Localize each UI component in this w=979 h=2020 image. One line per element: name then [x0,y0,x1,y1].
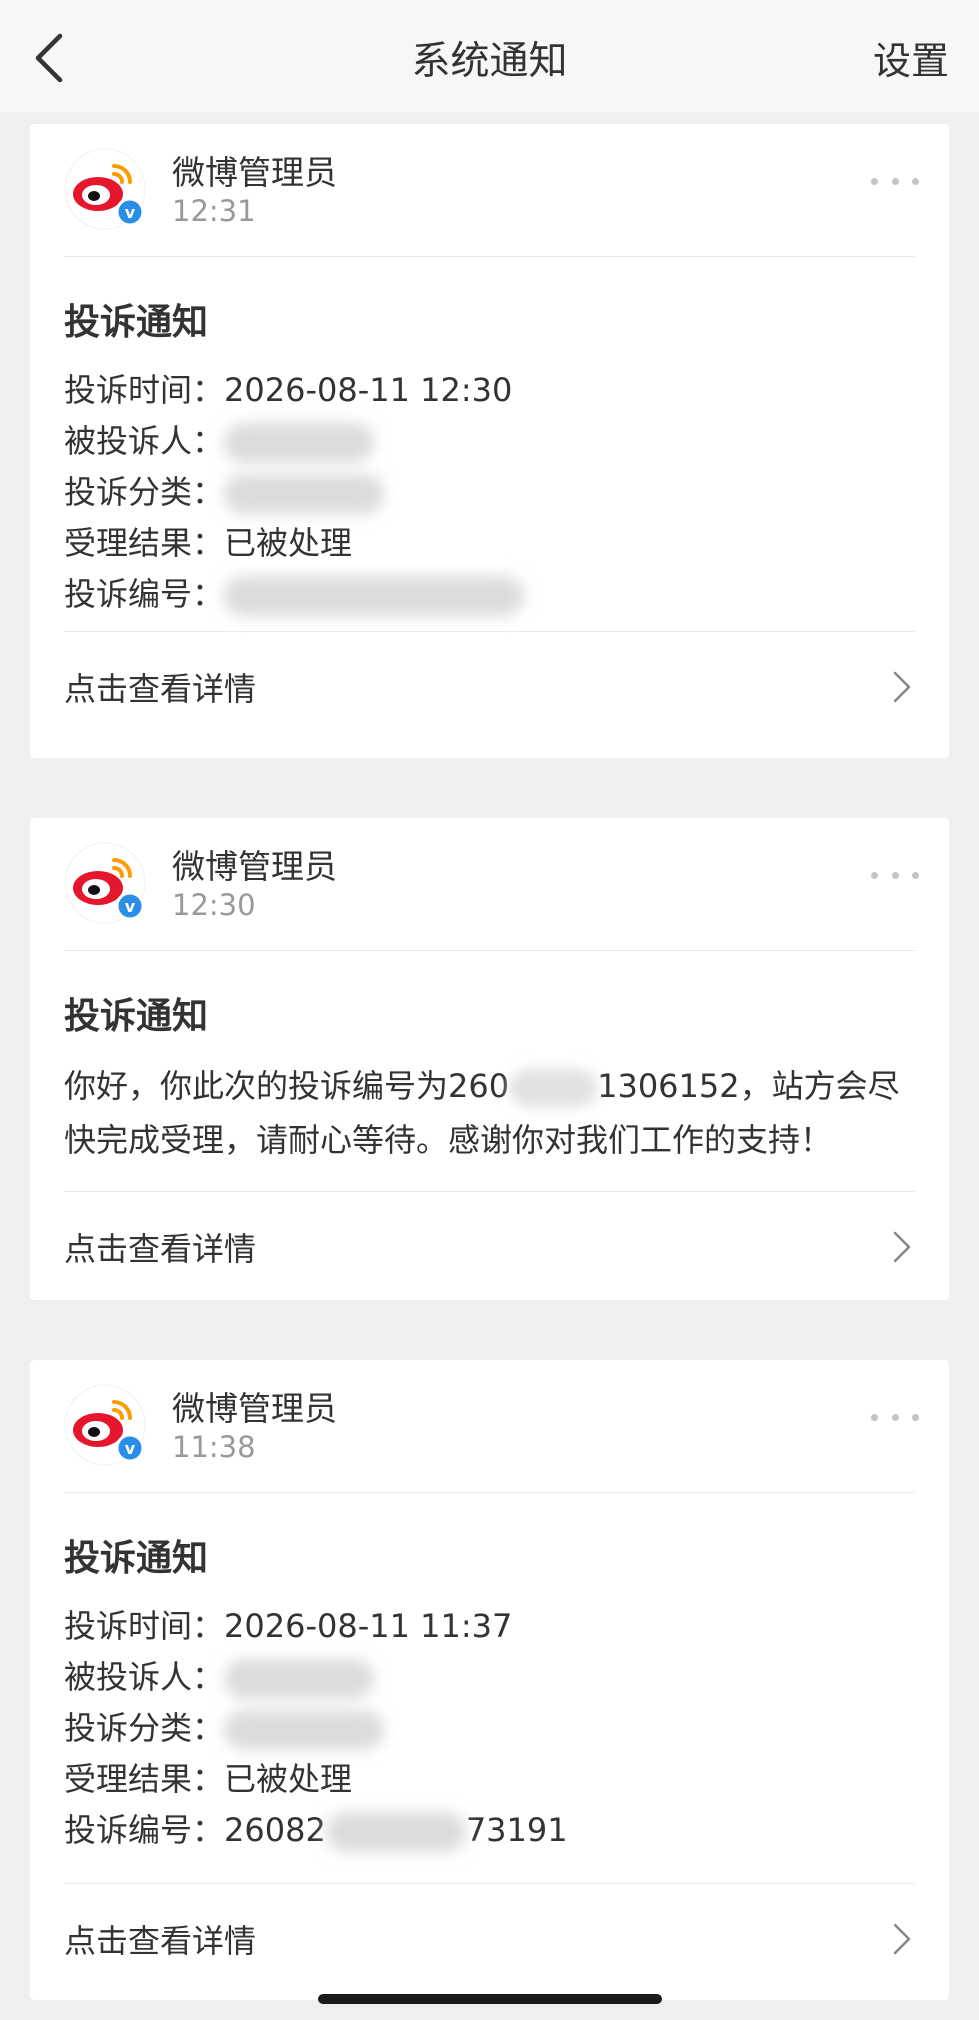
notification-card: v 微博管理员 12:31 投诉通知 投诉时间：2026-08-11 12:30… [30,124,949,758]
svg-text:v: v [125,1439,136,1458]
category-field: 投诉分类： [64,467,915,518]
redacted-value [224,576,525,616]
back-button[interactable] [26,30,76,86]
sender-name[interactable]: 微博管理员 [172,840,337,888]
card-header: v 微博管理员 12:30 [30,818,949,950]
redacted-value [325,1812,466,1852]
notice-title: 投诉通知 [64,302,209,343]
field-label: 受理结果： [64,524,225,562]
more-options-button[interactable] [871,860,919,890]
chevron-right-icon [893,1231,911,1263]
notification-card: v 微博管理员 11:38 投诉通知 投诉时间：2026-08-11 11:37… [30,1360,949,2000]
view-details-link[interactable]: 点击查看详情 [30,1192,949,1300]
view-details-label: 点击查看详情 [64,1230,257,1268]
weibo-logo-avatar: v [64,842,146,924]
card-header: v 微博管理员 12:31 [30,124,949,256]
redacted-value [224,1659,375,1699]
dot-icon [912,177,919,185]
notice-title: 投诉通知 [64,1538,209,1579]
view-details-label: 点击查看详情 [64,1922,257,1960]
view-details-link[interactable]: 点击查看详情 [30,632,949,740]
chevron-left-icon [35,33,63,83]
top-bar: 系统通知 设置 [0,0,979,112]
dot-icon [912,1413,919,1421]
field-label: 投诉时间： [64,1607,225,1645]
settings-button[interactable]: 设置 [873,30,949,85]
complaint-time-field: 投诉时间：2026-08-11 12:30 [64,365,915,416]
chevron-right-icon [893,671,911,703]
field-label: 受理结果： [64,1760,225,1798]
card-body: 投诉通知 你好，你此次的投诉编号为260 1306152，站方会尽快完成受理，请耐… [30,951,949,1191]
dot-icon [891,871,899,879]
field-value: 已被处理 [224,524,353,562]
view-details-link[interactable]: 点击查看详情 [30,1884,949,1992]
field-label: 投诉编号： [64,575,225,613]
svg-text:v: v [125,897,136,916]
redacted-value [509,1069,598,1107]
chevron-right-icon [893,1923,911,1955]
result-field: 受理结果：已被处理 [64,518,915,569]
field-label: 被投诉人： [64,1658,225,1696]
redacted-value [224,423,375,463]
complaint-id-field: 投诉编号：26082 73191 [64,1805,915,1856]
field-value: 2026-08-11 11:37 [224,1607,513,1645]
dot-icon [912,871,919,879]
field-value-tail: 73191 [465,1811,568,1849]
dot-icon [871,1413,878,1421]
message-time: 12:30 [172,888,256,922]
category-field: 投诉分类： [64,1703,915,1754]
message-text-start: 你好，你此次的投诉编号为260 [64,1067,510,1105]
redacted-value [224,474,385,514]
complaint-time-field: 投诉时间：2026-08-11 11:37 [64,1601,915,1652]
field-label: 投诉编号： [64,1811,225,1849]
home-indicator[interactable] [318,1994,662,2004]
sender-name[interactable]: 微博管理员 [172,146,337,194]
field-label: 投诉时间： [64,371,225,409]
dot-icon [891,177,899,185]
message-time: 11:38 [172,1430,256,1464]
page-title: 系统通知 [411,39,568,84]
redacted-value [224,1710,385,1750]
view-details-label: 点击查看详情 [64,670,257,708]
notification-card: v 微博管理员 12:30 投诉通知 你好，你此次的投诉编号为260 130615… [30,818,949,1300]
more-options-button[interactable] [871,1402,919,1432]
card-header: v 微博管理员 11:38 [30,1360,949,1492]
dot-icon [871,871,878,879]
field-value: 已被处理 [224,1760,353,1798]
result-field: 受理结果：已被处理 [64,1754,915,1805]
dot-icon [891,1413,899,1421]
complaint-id-field: 投诉编号： [64,569,915,620]
field-label: 投诉分类： [64,1709,225,1747]
respondent-field: 被投诉人： [64,416,915,467]
notice-message: 你好，你此次的投诉编号为260 1306152，站方会尽快完成受理，请耐心等待。感… [64,1059,915,1167]
dot-icon [871,177,878,185]
notice-title: 投诉通知 [64,996,209,1037]
card-body: 投诉通知 投诉时间：2026-08-11 11:37 被投诉人： 投诉分类： 受… [30,1493,949,1883]
weibo-logo-avatar: v [64,148,146,230]
svg-text:v: v [125,203,136,222]
respondent-field: 被投诉人： [64,1652,915,1703]
field-value: 2026-08-11 12:30 [224,371,513,409]
field-value: 26082 [224,1811,326,1849]
weibo-logo-avatar: v [64,1384,146,1466]
field-label: 投诉分类： [64,473,225,511]
card-body: 投诉通知 投诉时间：2026-08-11 12:30 被投诉人： 投诉分类： 受… [30,257,949,631]
message-time: 12:31 [172,194,256,228]
field-label: 被投诉人： [64,422,225,460]
more-options-button[interactable] [871,166,919,196]
sender-name[interactable]: 微博管理员 [172,1382,337,1430]
